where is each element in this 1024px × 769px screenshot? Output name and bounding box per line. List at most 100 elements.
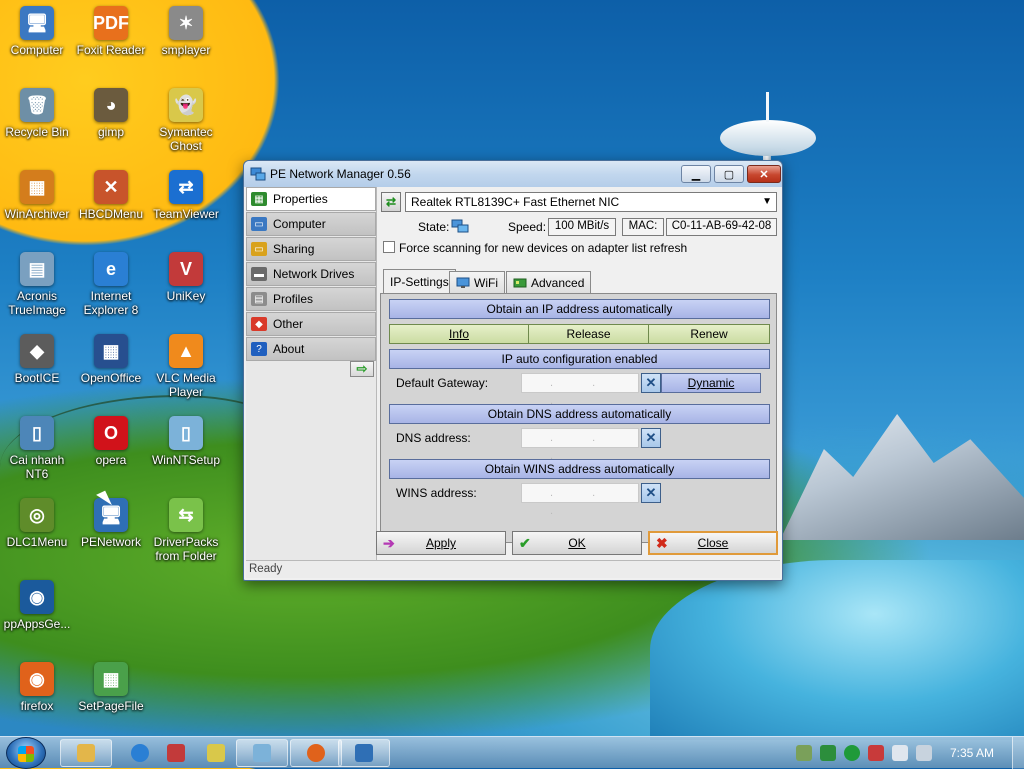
taskbar-explorer-button[interactable]	[60, 739, 112, 767]
refresh-adapter-button[interactable]: ⇄	[381, 192, 401, 212]
desktop-app-icon: ▦	[20, 170, 54, 204]
obtain-ip-auto-button[interactable]: Obtain an IP address automatically	[389, 299, 770, 319]
desktop-icon-label: ppAppsGe...	[3, 617, 71, 631]
maximize-button[interactable]: ▢	[714, 165, 744, 183]
speed-value: 100 MBit/s	[548, 218, 616, 236]
adapter-dropdown[interactable]: Realtek RTL8139C+ Fast Ethernet NIC ▼	[405, 192, 777, 212]
desktop-icon[interactable]: ▦ SetPageFile	[71, 662, 151, 713]
force-scan-checkbox[interactable]	[383, 241, 395, 253]
force-scan-label: Force scanning for new devices on adapte…	[399, 241, 688, 255]
info-button[interactable]: Info	[389, 324, 529, 344]
taskbar-firefox-button[interactable]	[290, 739, 342, 767]
advanced-card-icon	[513, 278, 527, 287]
tab-ip-settings[interactable]: IP-Settings	[383, 269, 456, 293]
desktop-icon[interactable]: V UniKey	[146, 252, 226, 303]
desktop-icon[interactable]: ▤ Acronis TrueImage	[0, 252, 77, 317]
desktop-icon[interactable]: ▦ WinArchiver	[0, 170, 77, 221]
start-button[interactable]	[6, 737, 46, 769]
tray-volume-muted-icon[interactable]	[916, 745, 932, 761]
default-gateway-input[interactable]: . . .	[521, 373, 639, 407]
ip-auto-config-button[interactable]: IP auto configuration enabled	[389, 349, 770, 369]
title-bar[interactable]: PE Network Manager 0.56 ▁ ▢ ✕	[244, 161, 782, 187]
desktop-icon[interactable]: ✶ smplayer	[146, 6, 226, 57]
ip-settings-panel: Obtain an IP address automatically Info …	[380, 293, 777, 543]
desktop-icon[interactable]: 🗑 Recycle Bin	[0, 88, 77, 139]
nav-profiles-icon: ▤	[251, 292, 267, 306]
tab-advanced[interactable]: Advanced	[506, 271, 592, 293]
desktop-icon[interactable]: ◉ firefox	[0, 662, 77, 713]
nav-collapse-arrow-button[interactable]: ⇨	[350, 361, 374, 377]
desktop-icon[interactable]: 👻 Symantec Ghost	[146, 88, 226, 153]
minimize-button[interactable]: ▁	[681, 165, 711, 183]
nav-item-computer[interactable]: ▭ Computer	[246, 212, 376, 236]
desktop-icon-label: Cai nhanh NT6	[9, 453, 65, 481]
taskbar-ghost-button[interactable]	[190, 739, 242, 767]
desktop-app-icon: ◆	[20, 334, 54, 368]
desktop-icon-label: DLC1Menu	[6, 535, 68, 549]
release-button[interactable]: Release	[528, 324, 649, 344]
wins-address-input[interactable]: . . .	[521, 483, 639, 517]
nav-item-other[interactable]: ◆ Other	[246, 312, 376, 336]
tray-play-icon[interactable]	[844, 745, 860, 761]
desktop-app-icon: ▦	[94, 334, 128, 368]
desktop-icon[interactable]: PDF Foxit Reader	[71, 6, 151, 57]
clear-gateway-button[interactable]: ✕	[641, 373, 661, 393]
close-button[interactable]: ✖ Close	[648, 531, 778, 555]
dynamic-button[interactable]: Dynamic	[661, 373, 761, 393]
status-bar: Ready	[246, 560, 780, 578]
desktop-icon[interactable]: ✕ HBCDMenu	[71, 170, 151, 221]
renew-button[interactable]: Renew	[648, 324, 770, 344]
nav-item-sharing[interactable]: ▭ Sharing	[246, 237, 376, 261]
obtain-dns-auto-button[interactable]: Obtain DNS address automatically	[389, 404, 770, 424]
nav-item-network-drives[interactable]: ▬ Network Drives	[246, 262, 376, 286]
desktop-icon[interactable]: Oopera	[71, 416, 151, 467]
desktop-icon-label: smplayer	[161, 43, 211, 57]
desktop-icon[interactable]: ⇆ DriverPacks from Folder	[146, 498, 226, 563]
obtain-wins-auto-button[interactable]: Obtain WINS address automatically	[389, 459, 770, 479]
desktop-icon-label: HBCDMenu	[78, 207, 144, 221]
nav-item-profiles[interactable]: ▤ Profiles	[246, 287, 376, 311]
pe-network-manager-window: PE Network Manager 0.56 ▁ ▢ ✕ ▦ Propertie…	[243, 160, 783, 581]
wifi-monitor-icon	[456, 277, 470, 288]
close-window-button[interactable]: ✕	[747, 165, 781, 183]
desktop-icon[interactable]: ⇄ TeamViewer	[146, 170, 226, 221]
desktop-icon[interactable]: ▯ Cai nhanh NT6	[0, 416, 77, 481]
tab-wifi[interactable]: WiFi	[449, 271, 505, 293]
taskbar-clock[interactable]: 7:35 AM	[942, 746, 1002, 760]
tray-unikey-icon[interactable]	[868, 745, 884, 761]
unikey-icon	[167, 744, 185, 762]
clear-x-icon: ✕	[645, 430, 657, 445]
speed-label: Speed:	[508, 220, 547, 234]
tray-network-icon[interactable]	[892, 745, 908, 761]
nav-item-properties[interactable]: ▦ Properties	[246, 187, 376, 211]
taskbar-penetwork-button[interactable]	[338, 739, 390, 767]
desktop-icon[interactable]: e Internet Explorer 8	[71, 252, 151, 317]
clear-wins-button[interactable]: ✕	[641, 483, 661, 503]
desktop-icon-label: VLC Media Player	[156, 371, 216, 399]
taskbar-winntsetup-button[interactable]	[236, 739, 288, 767]
desktop-icon[interactable]: ◆ BootICE	[0, 334, 77, 385]
desktop-icon[interactable]: ▯ WinNTSetup	[146, 416, 226, 467]
apply-button[interactable]: ➔ Apply	[376, 531, 506, 555]
show-desktop-button[interactable]	[1012, 737, 1024, 769]
desktop-icon[interactable]: ▲ VLC Media Player	[146, 334, 226, 399]
tray-shield-icon[interactable]	[820, 745, 836, 761]
desktop-icon[interactable]: 🖥 Computer	[0, 6, 77, 57]
desktop-icon[interactable]: ◉ ppAppsGe...	[0, 580, 77, 631]
desktop-icon-label: Internet Explorer 8	[83, 289, 139, 317]
desktop-icon[interactable]: 🖥 PENetwork	[71, 498, 151, 549]
desktop-icon[interactable]: ◎ DLC1Menu	[0, 498, 77, 549]
dns-address-input[interactable]: . . .	[521, 428, 639, 462]
desktop-icon[interactable]: ◕ gimp	[71, 88, 151, 139]
nav-item-about[interactable]: ? About	[246, 337, 376, 361]
nav-item-label: Network Drives	[273, 267, 355, 281]
ok-button[interactable]: ✔ OK	[512, 531, 642, 555]
tray-drivers-icon[interactable]	[796, 745, 812, 761]
nav-item-label: Profiles	[273, 292, 314, 306]
desktop-icon[interactable]: ▦ OpenOffice	[71, 334, 151, 385]
desktop-icon-label: opera	[95, 453, 127, 467]
desktop-app-icon: V	[169, 252, 203, 286]
desktop-icon-label: DriverPacks from Folder	[153, 535, 219, 563]
clear-dns-button[interactable]: ✕	[641, 428, 661, 448]
minimize-icon: ▁	[691, 168, 701, 181]
